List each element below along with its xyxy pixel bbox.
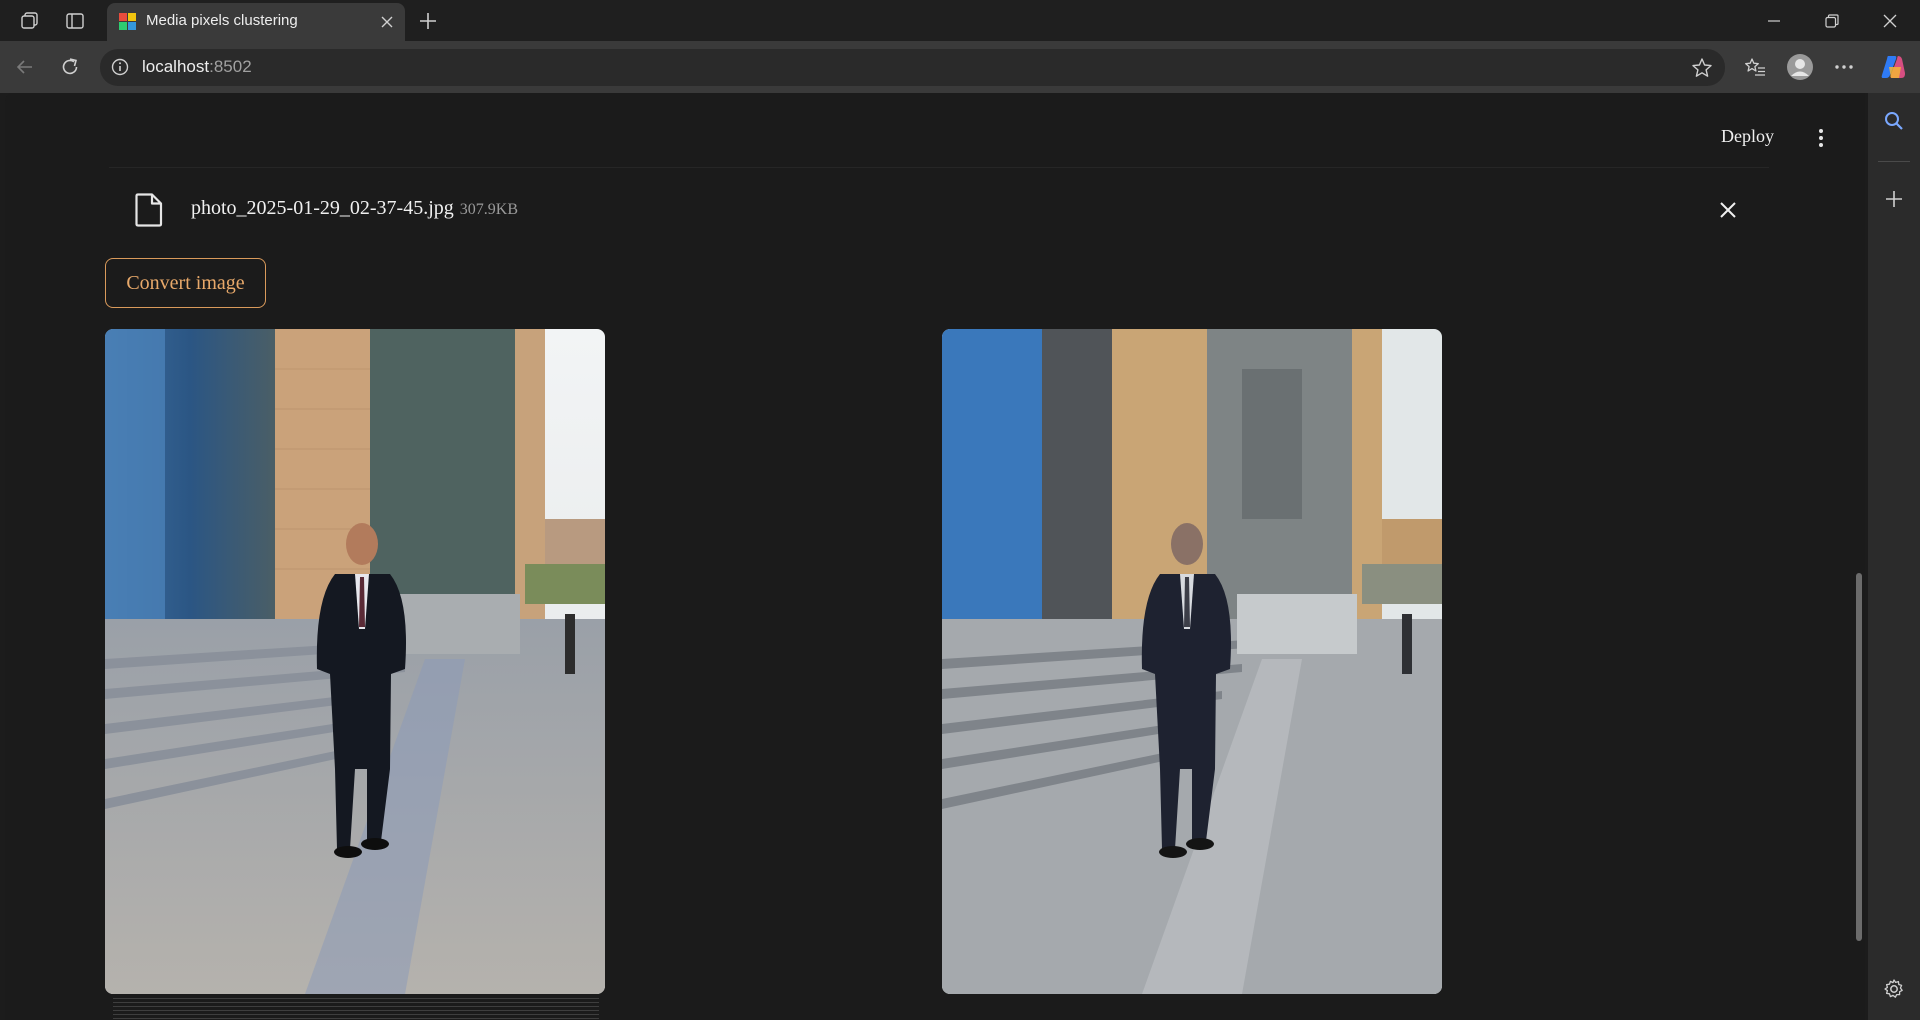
close-window-icon[interactable] <box>1868 6 1912 36</box>
minimize-icon[interactable] <box>1752 6 1796 36</box>
url-port: :8502 <box>209 57 252 76</box>
header-divider <box>109 167 1769 168</box>
vertical-tabs-icon[interactable] <box>62 8 88 34</box>
file-size: 307.9KB <box>459 201 518 218</box>
add-sidebar-app-icon[interactable] <box>1880 185 1908 213</box>
deploy-button[interactable]: Deploy <box>1721 126 1774 147</box>
original-image <box>105 329 605 994</box>
file-name: photo_2025-01-29_02-37-45.jpg <box>191 197 454 219</box>
address-bar[interactable]: localhost:8502 <box>100 49 1725 86</box>
url-host: localhost <box>142 57 210 76</box>
back-icon[interactable] <box>9 51 41 83</box>
browser-toolbar: localhost:8502 <box>0 41 1920 93</box>
sidebar-settings-icon[interactable] <box>1880 975 1908 1003</box>
uploaded-file-row: photo_2025-01-29_02-37-45.jpg 307.9KB <box>109 185 1769 245</box>
sidebar-divider <box>1878 161 1910 162</box>
refresh-icon[interactable] <box>54 51 86 83</box>
file-name-wrapper: photo_2025-01-29_02-37-45.jpg 307.9KB <box>191 197 518 220</box>
favorite-star-icon[interactable] <box>1691 57 1713 79</box>
convert-image-button[interactable]: Convert image <box>105 258 266 308</box>
url-text[interactable]: localhost:8502 <box>142 57 252 77</box>
page-viewport: Deploy photo_2025-01-29_02-37-45.jpg 307.… <box>5 93 1865 1020</box>
browser-sidebar <box>1868 93 1920 1020</box>
tab-title: Media pixels clustering <box>146 12 298 29</box>
page-scrollbar[interactable] <box>1856 573 1862 941</box>
site-info-icon[interactable] <box>111 58 129 76</box>
title-bar: Media pixels clustering <box>0 0 1920 41</box>
favorites-icon[interactable] <box>1739 51 1771 83</box>
app-menu-icon[interactable] <box>1811 126 1831 150</box>
active-tab[interactable]: Media pixels clustering <box>107 3 405 41</box>
app-favicon-icon <box>119 13 136 30</box>
profile-avatar-icon[interactable] <box>1784 51 1816 83</box>
remove-file-icon[interactable] <box>1713 195 1743 225</box>
clustered-image <box>942 329 1442 994</box>
copilot-icon[interactable] <box>1877 51 1909 83</box>
image-caption-placeholder <box>113 998 599 1020</box>
more-options-icon[interactable] <box>1828 51 1860 83</box>
workspaces-icon[interactable] <box>17 8 43 34</box>
file-icon <box>135 193 163 227</box>
tab-close-icon[interactable] <box>377 12 397 32</box>
restore-icon[interactable] <box>1810 6 1854 36</box>
new-tab-icon[interactable] <box>414 7 442 35</box>
search-icon[interactable] <box>1880 107 1908 135</box>
